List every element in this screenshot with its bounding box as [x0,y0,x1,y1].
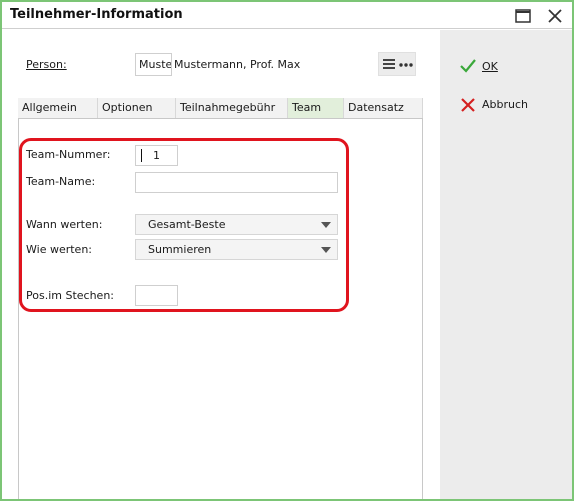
tab-team[interactable]: Team [288,98,344,118]
maximize-button[interactable] [514,7,532,25]
close-icon [548,9,562,23]
wie-werten-value: Summieren [148,243,212,256]
tab-allgemein[interactable]: Allgemein [18,98,98,118]
close-button[interactable] [546,7,564,25]
chevron-down-icon [321,247,331,253]
ok-button-label: OK [482,60,498,73]
hamburger-icon [383,59,395,69]
checkmark-icon [460,59,476,73]
team-nummer-label: Team-Nummer: [26,148,111,161]
dialog-window: Teilnehmer-Information Person: Musterma … [0,0,574,501]
person-id-field[interactable]: Musterma [135,53,172,76]
wie-werten-select[interactable]: Summieren [135,239,338,260]
ellipsis-icon [399,63,413,67]
team-name-field[interactable] [135,172,338,193]
maximize-icon [515,9,531,23]
tab-bar: Allgemein Optionen Teilnahmegebühr Team … [18,98,423,119]
chevron-down-icon [321,222,331,228]
wann-werten-label: Wann werten: [26,218,103,231]
person-name: Mustermann, Prof. Max [174,58,301,71]
wann-werten-select[interactable]: Gesamt-Beste [135,214,338,235]
title-bar: Teilnehmer-Information [2,2,572,29]
pos-stechen-label: Pos.im Stechen: [26,289,114,302]
main-area: Person: Musterma Mustermann, Prof. Max A… [2,30,440,499]
text-cursor [141,149,142,162]
person-menu-button[interactable] [378,52,416,76]
window-title: Teilnehmer-Information [10,7,183,22]
wie-werten-label: Wie werten: [26,243,92,256]
pos-stechen-field[interactable] [135,285,178,306]
team-nummer-value: 1 [153,149,160,162]
tab-datensatz[interactable]: Datensatz [344,98,423,118]
tab-optionen[interactable]: Optionen [98,98,176,118]
team-name-label: Team-Name: [26,175,96,188]
wann-werten-value: Gesamt-Beste [148,218,226,231]
person-label: Person: [26,58,67,71]
cross-icon [461,98,475,112]
team-nummer-field[interactable]: 1 [135,145,178,166]
person-label-text: Person: [26,58,67,71]
tab-teilnahmegebuehr[interactable]: Teilnahmegebühr [176,98,288,118]
cancel-button-label: Abbruch [482,98,529,111]
